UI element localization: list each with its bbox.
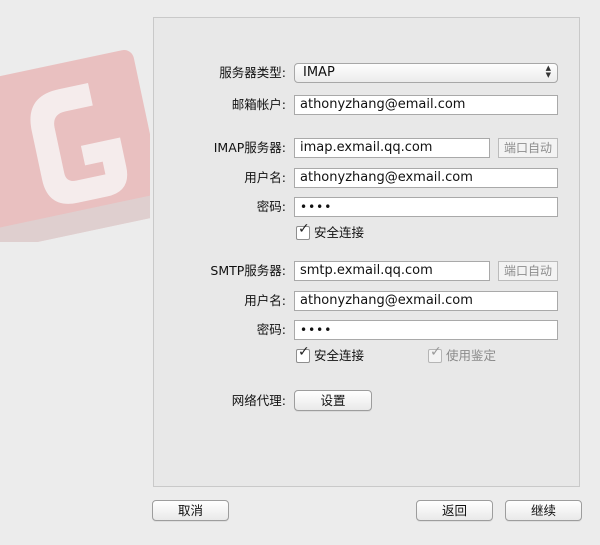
checkbox-box: ✓ xyxy=(296,344,310,363)
checkbox-box: ✓ xyxy=(428,344,442,363)
smtp-server-field[interactable]: smtp.exmail.qq.com xyxy=(294,261,490,281)
settings-panel xyxy=(153,17,580,487)
account-field[interactable]: athonyzhang@email.com xyxy=(294,95,558,115)
imap-username-field[interactable]: athonyzhang@exmail.com xyxy=(294,168,558,188)
imap-secure-label: 安全连接 xyxy=(314,225,365,240)
imap-server-field[interactable]: imap.exmail.qq.com xyxy=(294,138,490,158)
back-button[interactable]: 返回 xyxy=(416,500,493,521)
select-arrows-icon: ▲ ▼ xyxy=(545,64,551,79)
server-type-select[interactable]: IMAP ▲ ▼ xyxy=(294,63,558,83)
smtp-password-label: 密码: xyxy=(256,322,286,337)
imap-auto-port-button[interactable]: 端口自动 xyxy=(498,138,558,158)
checkmark-icon: ✓ xyxy=(298,220,310,237)
server-type-value: IMAP xyxy=(303,65,335,80)
imap-password-label: 密码: xyxy=(256,199,286,214)
server-type-label: 服务器类型: xyxy=(219,65,286,80)
smtp-password-field[interactable]: •••• xyxy=(294,320,558,340)
imap-server-label: IMAP服务器: xyxy=(213,140,286,155)
continue-button[interactable]: 继续 xyxy=(505,500,582,521)
checkbox-box: ✓ xyxy=(296,221,310,240)
checkmark-icon: ✓ xyxy=(298,343,310,360)
proxy-settings-button[interactable]: 设置 xyxy=(294,390,372,411)
smtp-server-label: SMTP服务器: xyxy=(210,263,286,278)
imap-password-field[interactable]: •••• xyxy=(294,197,558,217)
smtp-auto-port-button[interactable]: 端口自动 xyxy=(498,261,558,281)
smtp-username-field[interactable]: athonyzhang@exmail.com xyxy=(294,291,558,311)
smtp-username-label: 用户名: xyxy=(244,293,286,308)
account-label: 邮箱帐户: xyxy=(231,97,286,112)
app-logo-icon xyxy=(0,42,150,242)
smtp-auth-label: 使用鉴定 xyxy=(446,348,497,363)
proxy-label: 网络代理: xyxy=(231,393,286,408)
smtp-auth-checkbox[interactable]: ✓ 使用鉴定 xyxy=(428,344,497,365)
smtp-secure-checkbox[interactable]: ✓ 安全连接 xyxy=(296,344,365,365)
checkmark-icon: ✓ xyxy=(430,343,442,360)
imap-secure-checkbox[interactable]: ✓ 安全连接 xyxy=(296,221,365,242)
cancel-button[interactable]: 取消 xyxy=(152,500,229,521)
smtp-secure-label: 安全连接 xyxy=(314,348,365,363)
imap-username-label: 用户名: xyxy=(244,170,286,185)
